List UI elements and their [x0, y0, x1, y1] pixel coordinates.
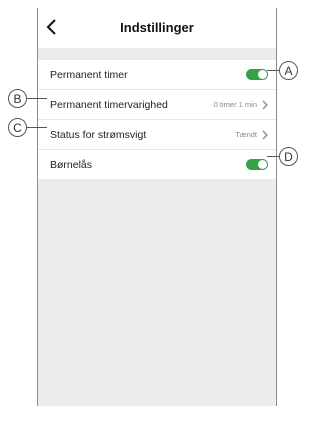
phone-screen: Indstillinger Permanent timer Permanent … — [37, 8, 277, 406]
setting-value: 0 timer 1 min — [213, 100, 257, 109]
child-lock-toggle[interactable] — [246, 159, 268, 170]
setting-row-power-failure[interactable]: Status for strømsvigt Tændt — [38, 120, 276, 150]
setting-row-permanent-timer[interactable]: Permanent timer — [38, 60, 276, 90]
callout-d: D — [279, 147, 298, 166]
setting-label: Permanent timer — [50, 68, 128, 81]
chevron-right-icon — [262, 100, 268, 109]
callout-b: B — [8, 89, 27, 108]
callout-c: C — [8, 118, 27, 137]
permanent-timer-toggle[interactable] — [246, 69, 268, 80]
setting-row-child-lock[interactable]: Børnelås — [38, 150, 276, 179]
setting-label: Status for strømsvigt — [50, 128, 147, 141]
setting-row-timer-duration[interactable]: Permanent timervarighed 0 timer 1 min — [38, 90, 276, 120]
chevron-right-icon — [262, 130, 268, 139]
setting-value: Tændt — [235, 130, 257, 139]
settings-list: Permanent timer Permanent timervarighed … — [38, 60, 276, 179]
callout-line-d — [267, 156, 279, 157]
setting-label: Børnelås — [50, 158, 93, 171]
callout-a: A — [279, 61, 298, 80]
toggle-knob — [258, 70, 267, 79]
callout-line-a — [267, 70, 279, 71]
callout-line-c — [27, 127, 47, 128]
toggle-knob — [258, 160, 267, 169]
app-header: Indstillinger — [38, 8, 276, 48]
callout-line-b — [27, 98, 47, 99]
page-title: Indstillinger — [120, 20, 194, 35]
setting-label: Permanent timervarighed — [50, 98, 168, 111]
